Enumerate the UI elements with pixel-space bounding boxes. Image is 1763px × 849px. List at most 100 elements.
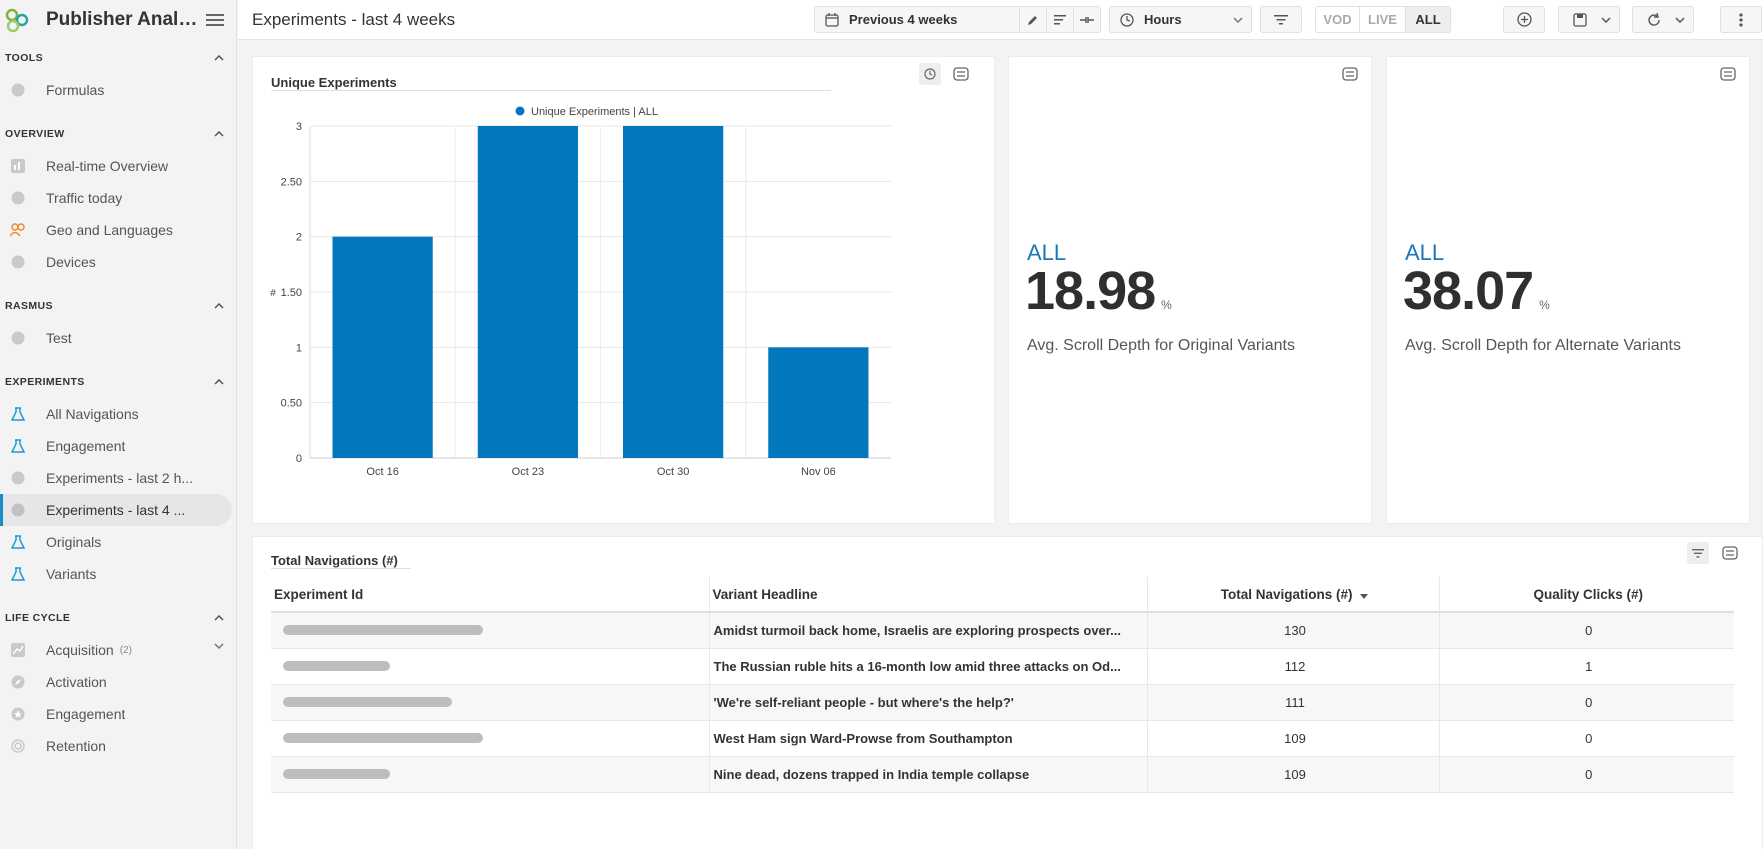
section-experiments[interactable]: EXPERIMENTS [0, 366, 236, 398]
date-range-label: Previous 4 weeks [849, 12, 958, 27]
flask-icon [10, 534, 26, 550]
refresh-icon [1648, 12, 1660, 26]
sidebar-item-lc-engagement[interactable]: Engagement [0, 698, 236, 730]
gauge-icon [10, 190, 26, 206]
edit-period-button[interactable] [1019, 7, 1046, 32]
sidebar-item-label: Activation [46, 674, 107, 690]
section-tools[interactable]: TOOLS [0, 42, 236, 74]
kpi-value: 18.98% [1025, 260, 1172, 322]
toggle-all[interactable]: ALL [1406, 7, 1450, 32]
sidebar-item-geo[interactable]: Geo and Languages [0, 214, 236, 246]
kebab-menu-icon [1739, 12, 1743, 27]
col-quality-clicks[interactable]: Quality Clicks (#) [1438, 577, 1734, 613]
col-total-navigations[interactable]: Total Navigations (#) [1146, 577, 1439, 613]
sidebar-item-formulas[interactable]: Formulas [0, 74, 236, 106]
chevron-up-icon [214, 55, 224, 61]
refresh-button[interactable] [1632, 6, 1694, 33]
chevron-up-icon [214, 615, 224, 621]
x-tick-label: Nov 06 [801, 466, 836, 478]
chevron-down-icon[interactable] [1601, 16, 1611, 23]
sidebar-item-originals[interactable]: Originals [0, 526, 236, 558]
experiment-id-redacted [271, 720, 709, 757]
table-filter-button[interactable] [1687, 542, 1709, 564]
sidebar-item-label: Experiments - last 2 h... [46, 470, 194, 486]
table-row[interactable]: Nine dead, dozens trapped in India templ… [271, 756, 1734, 793]
sidebar-item-devices[interactable]: Devices [0, 246, 236, 278]
chevron-down-icon[interactable] [1675, 16, 1685, 23]
sidebar-item-label: Real-time Overview [46, 158, 169, 174]
chevron-up-icon [214, 379, 224, 385]
sidebar-item-activation[interactable]: Activation [0, 666, 236, 698]
plus-circle-icon [1516, 12, 1532, 27]
more-options-button[interactable] [1720, 6, 1762, 33]
sidebar-item-test[interactable]: Test [0, 322, 236, 354]
total-navigations-cell: 109 [1146, 756, 1439, 793]
sidebar-item-label: Test [46, 330, 72, 346]
sort-button[interactable] [1046, 7, 1073, 32]
sidebar-item-label: Traffic today [46, 190, 123, 206]
toggle-vod[interactable]: VOD [1316, 7, 1360, 32]
widget-settings-button[interactable] [1339, 63, 1361, 85]
hamburger-menu-icon[interactable] [204, 9, 226, 31]
section-label: OVERVIEW [5, 128, 65, 140]
table-row[interactable]: The Russian ruble hits a 16-month low am… [271, 648, 1734, 685]
table-title: Total Navigations (#) [271, 553, 411, 569]
sidebar: Publisher Analyt... TOOLS Formulas OVERV… [0, 0, 237, 849]
y-axis-label: # [270, 288, 276, 299]
navigations-table-card: Total Navigations (#) Experiment Id Vari… [252, 536, 1763, 849]
sidebar-item-all-navigations[interactable]: All Navigations [0, 398, 236, 430]
y-tick-label: 2.50 [281, 176, 302, 188]
section-label: EXPERIMENTS [5, 376, 85, 388]
compare-button[interactable] [1073, 7, 1100, 32]
save-button[interactable] [1558, 6, 1620, 33]
section-life-cycle[interactable]: LIFE CYCLE [0, 602, 236, 634]
sidebar-item-engagement[interactable]: Engagement [0, 430, 236, 462]
date-range-picker[interactable]: Previous 4 weeks [814, 6, 1101, 33]
sidebar-item-label: Formulas [46, 82, 105, 98]
variant-headline: Amidst turmoil back home, Israelis are e… [708, 612, 1147, 649]
flask-icon [10, 566, 26, 582]
variant-headline: Nine dead, dozens trapped in India templ… [708, 756, 1147, 793]
section-rasmus[interactable]: RASMUS [0, 290, 236, 322]
sidebar-item-label: Variants [46, 566, 97, 582]
content-type-toggle[interactable]: VOD LIVE ALL [1315, 6, 1451, 33]
kpi-number: 18.98 [1025, 261, 1156, 321]
sidebar-item-experiments-4w[interactable]: Experiments - last 4 ... [0, 494, 232, 526]
table-row[interactable]: 'We're self-reliant people - but where's… [271, 684, 1734, 721]
table-row[interactable]: Amidst turmoil back home, Israelis are e… [271, 612, 1734, 649]
compass-icon [10, 674, 26, 690]
widget-settings-icon [1722, 546, 1738, 560]
add-widget-button[interactable] [1503, 6, 1545, 33]
filter-button[interactable] [1260, 6, 1302, 33]
gauge-icon [10, 470, 26, 486]
quality-clicks-cell: 0 [1438, 684, 1734, 721]
widget-settings-button[interactable] [1719, 542, 1741, 564]
col-experiment-id[interactable]: Experiment Id [271, 577, 709, 613]
sidebar-item-acquisition[interactable]: Acquisition (2) [0, 634, 236, 666]
kpi-unit: % [1161, 298, 1172, 312]
navigations-table: Experiment Id Variant Headline Total Nav… [271, 577, 1734, 793]
y-tick-label: 0.50 [281, 398, 302, 410]
toggle-live[interactable]: LIVE [1360, 7, 1406, 32]
x-tick-label: Oct 23 [512, 466, 544, 478]
sidebar-item-variants[interactable]: Variants [0, 558, 236, 590]
sidebar-item-retention[interactable]: Retention [0, 730, 236, 762]
sidebar-item-experiments-2h[interactable]: Experiments - last 2 h... [0, 462, 236, 494]
table-row[interactable]: West Ham sign Ward-Prowse from Southampt… [271, 720, 1734, 757]
sidebar-item-realtime[interactable]: Real-time Overview [0, 150, 236, 182]
granularity-select[interactable]: Hours [1109, 6, 1252, 33]
flask-icon [10, 406, 26, 422]
sidebar-item-label: Engagement [46, 438, 126, 454]
chevron-down-icon[interactable] [214, 643, 224, 649]
chart-card: Unique Experiments 0 0.50 1 1.50 2 2.50 3 # Oct … [252, 56, 995, 524]
section-overview[interactable]: OVERVIEW [0, 118, 236, 150]
sidebar-item-traffic-today[interactable]: Traffic today [0, 182, 236, 214]
sidebar-item-label: Acquisition [46, 642, 114, 658]
kpi-number: 38.07 [1403, 261, 1534, 321]
kpi-card-alternate: ALL 38.07% Avg. Scroll Depth for Alterna… [1386, 56, 1750, 524]
chevron-up-icon [214, 131, 224, 137]
widget-settings-button[interactable] [1717, 63, 1739, 85]
device-icon [10, 254, 26, 270]
bar-nov-06 [768, 347, 869, 458]
col-variant-headline[interactable]: Variant Headline [708, 577, 1147, 613]
